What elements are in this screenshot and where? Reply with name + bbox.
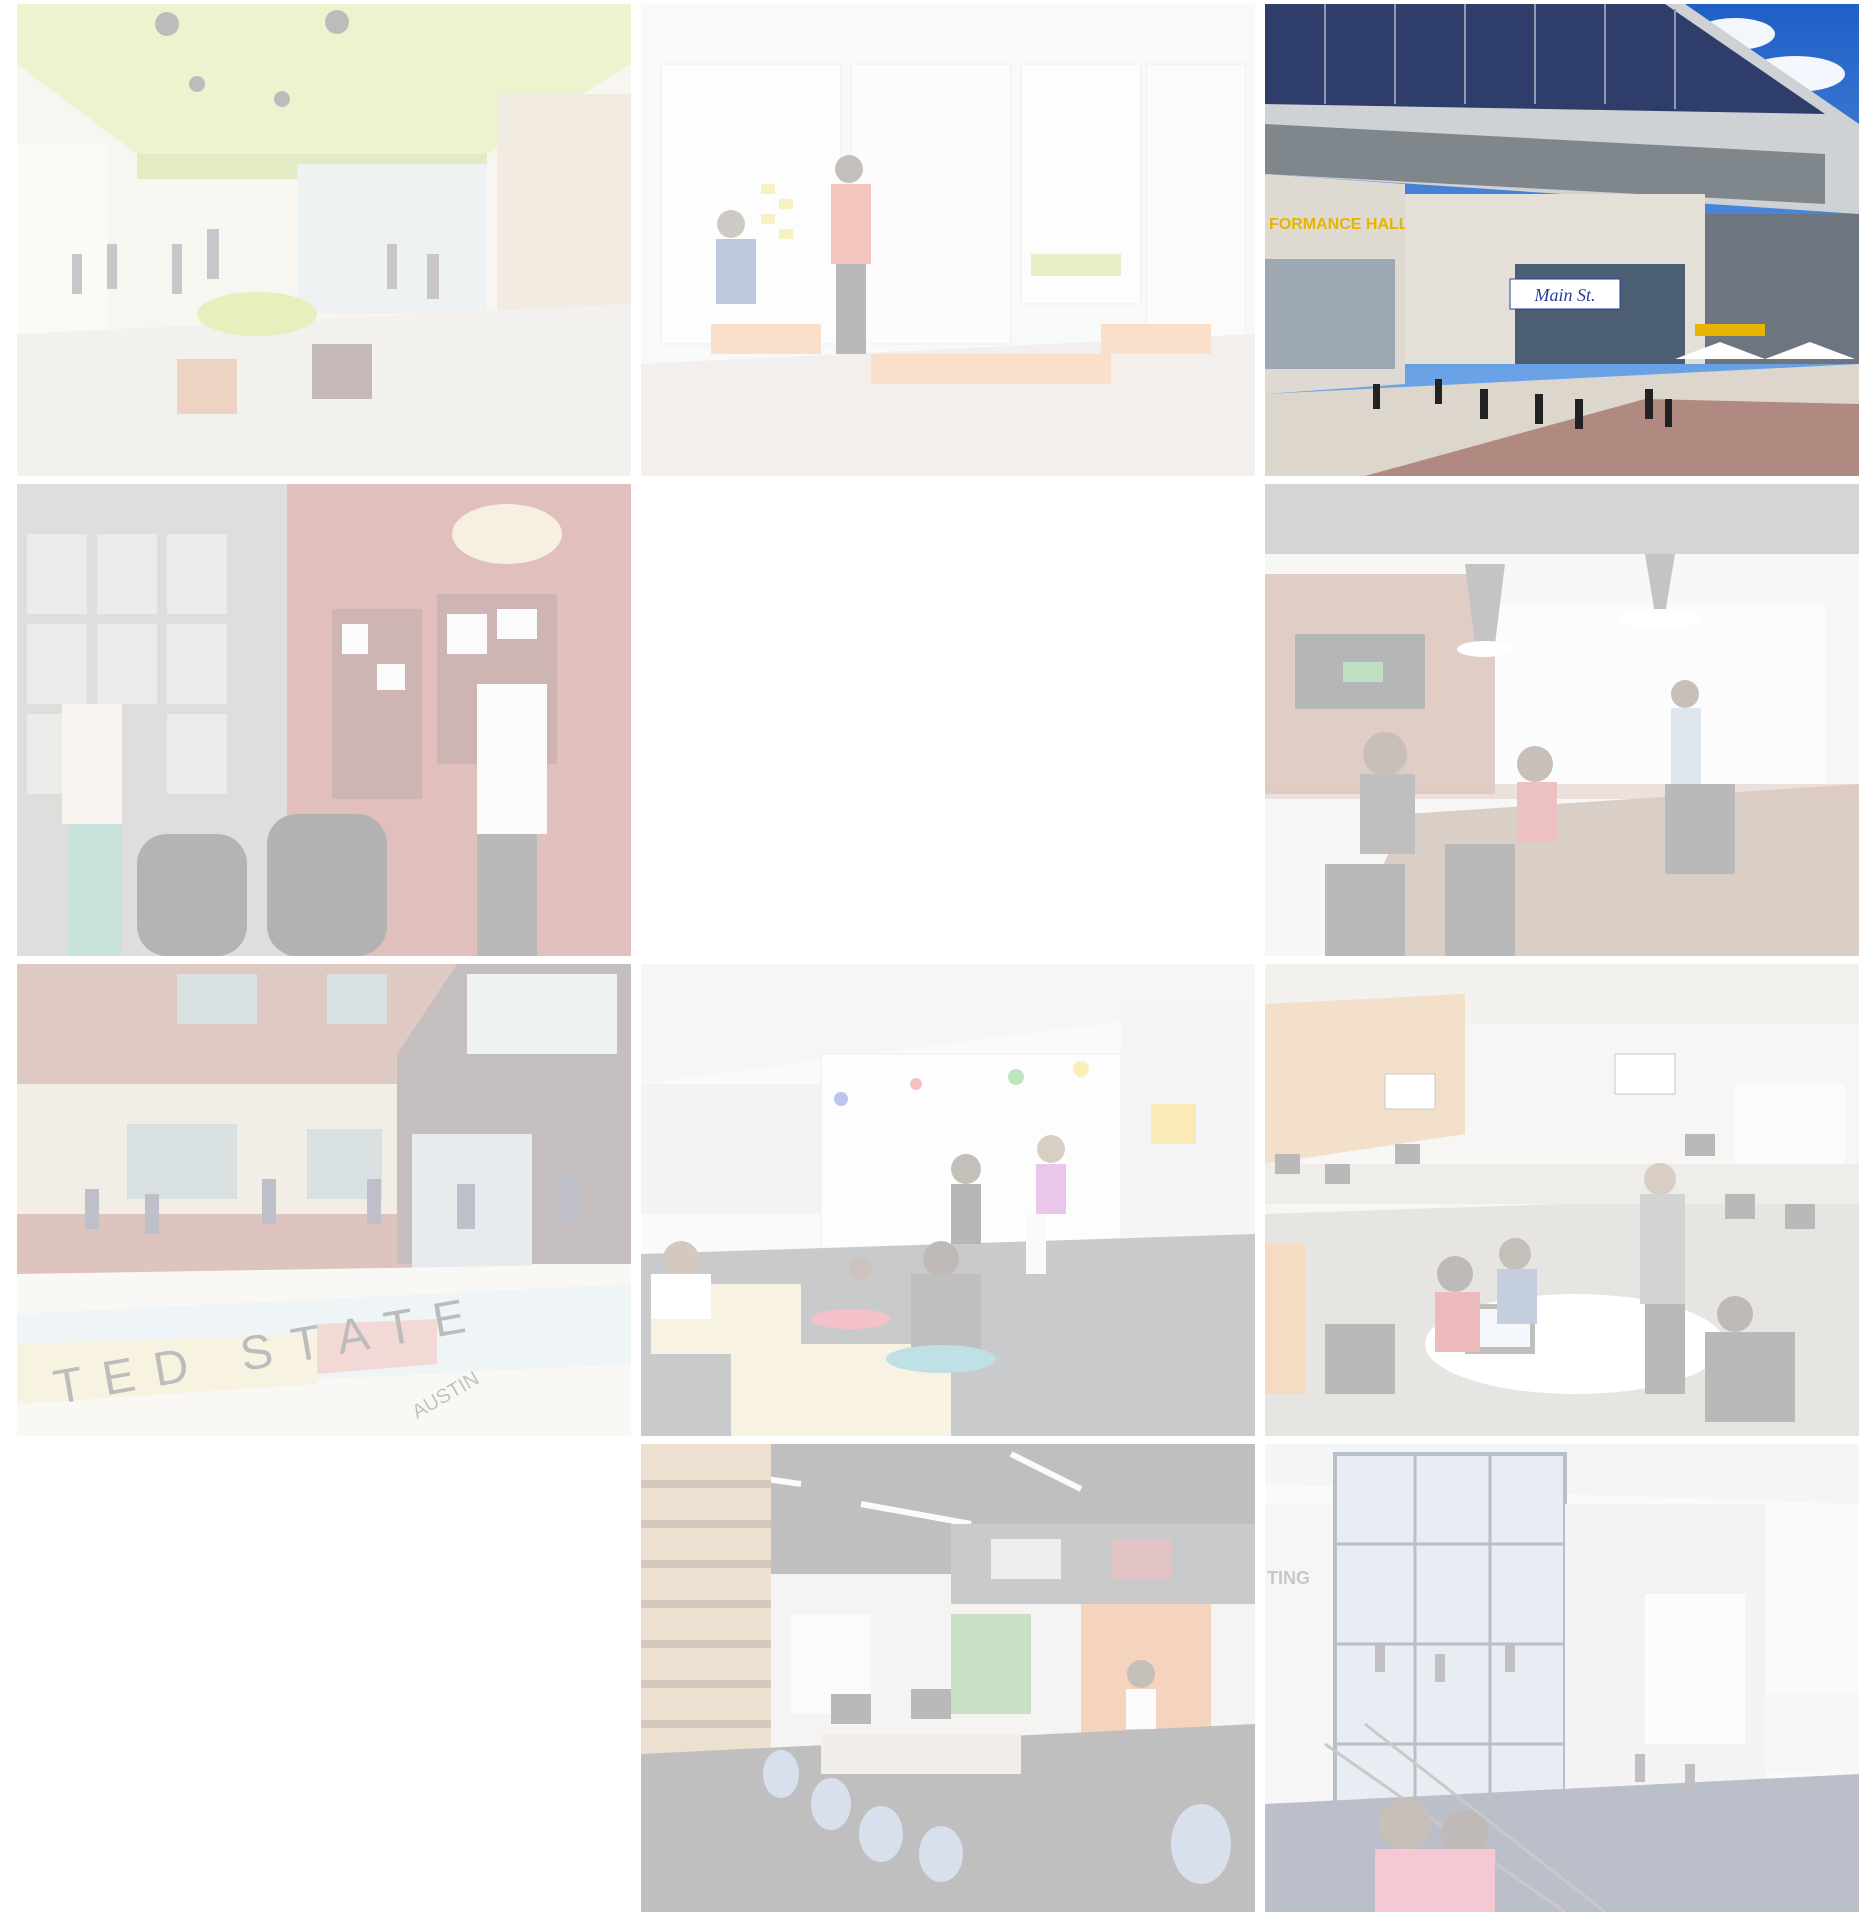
gallery-tile-loft-office-mezzanine[interactable] <box>641 1444 1255 1912</box>
interior-learning-commons-image <box>17 4 631 476</box>
red-wall-collaboration-image <box>17 484 631 956</box>
gallery-tile-open-office-workstations[interactable] <box>1265 964 1859 1436</box>
loft-office-mezzanine-image <box>641 1444 1255 1912</box>
gallery-tile-conference-room-brick[interactable] <box>1265 484 1859 956</box>
performance-hall-sign: FORMANCE HALL <box>1269 216 1409 233</box>
school-entrance-map-plaza-image: TED STATE AUSTIN <box>17 964 631 1436</box>
gallery-tile-school-entrance-map-plaza[interactable]: TED STATE AUSTIN <box>17 964 631 1436</box>
atrium-wall-sign: TING <box>1267 1568 1310 1588</box>
conference-room-brick-image <box>1265 484 1859 956</box>
image-gallery-grid: FORMANCE HALL Main St. TED STATE AUSTIN … <box>0 0 1859 1912</box>
whiteboard-collaboration-room-image <box>641 4 1255 476</box>
main-st-banner: Main St. <box>1534 285 1596 305</box>
gallery-tile-whiteboard-collaboration-room[interactable] <box>641 4 1255 476</box>
kids-whiteboard-room-image <box>641 964 1255 1436</box>
performing-arts-exterior-image: FORMANCE HALL Main St. <box>1265 4 1859 476</box>
gallery-tile-atrium-glass-stair[interactable]: TING <box>1265 1444 1859 1912</box>
open-office-workstations-image <box>1265 964 1859 1436</box>
gallery-tile-kids-whiteboard-room[interactable] <box>641 964 1255 1436</box>
gallery-tile-performing-arts-exterior[interactable]: FORMANCE HALL Main St. <box>1265 4 1859 476</box>
gallery-tile-red-wall-collaboration[interactable] <box>17 484 631 956</box>
gallery-tile-empty-slot-2 <box>17 1444 631 1912</box>
atrium-glass-stair-image: TING <box>1265 1444 1859 1912</box>
gallery-tile-empty-slot-1 <box>641 484 1255 956</box>
gallery-tile-interior-learning-commons[interactable] <box>17 4 631 476</box>
